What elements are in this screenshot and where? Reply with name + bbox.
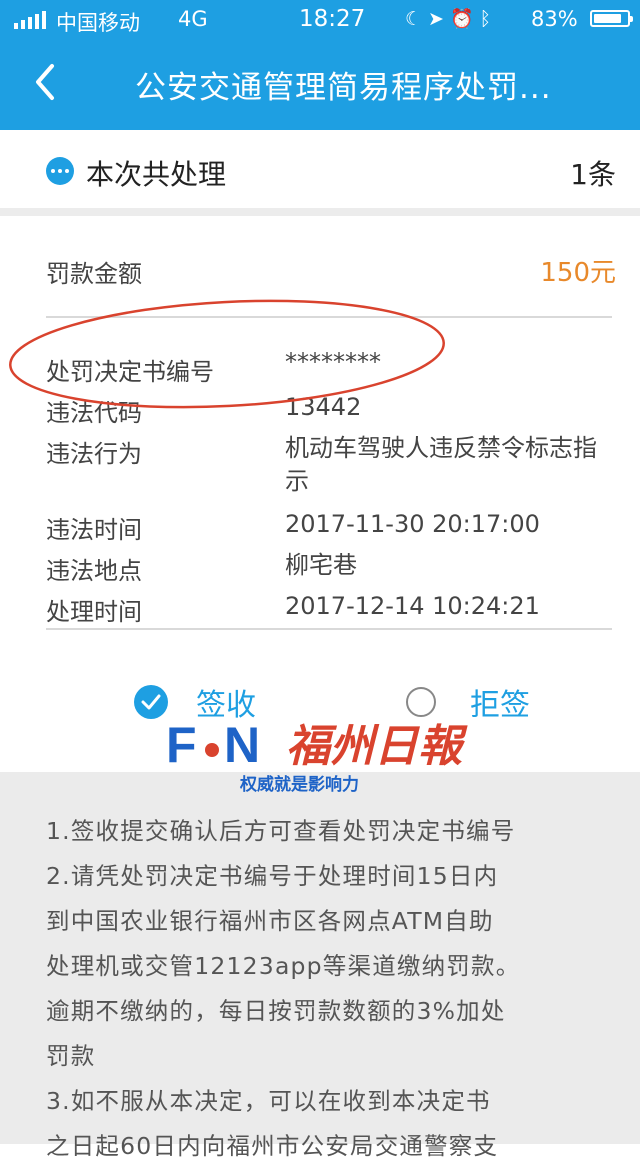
- back-button[interactable]: [30, 62, 62, 102]
- location-arrow-icon: ➤: [428, 8, 450, 30]
- violation-time-value: 2017-11-30 20:17:00: [285, 510, 540, 538]
- battery-icon: [590, 10, 633, 27]
- svg-text:N: N: [224, 717, 260, 772]
- violation-time-label: 违法时间: [46, 516, 142, 544]
- bluetooth-icon: ᛒ: [479, 8, 498, 30]
- alarm-icon: ⏰: [449, 8, 480, 30]
- violation-behavior-label: 违法行为: [46, 440, 142, 468]
- notice-line: 之日起60日内向福州市公安局交通警察支: [46, 1132, 499, 1160]
- summary-count: 1条: [570, 158, 616, 191]
- annotation-ellipse: [9, 299, 445, 409]
- network-type: 4G: [178, 7, 208, 31]
- page-title: 公安交通管理简易程序处罚...: [135, 70, 552, 106]
- notice-line: 1.签收提交确认后方可查看处罚决定书编号: [46, 817, 516, 845]
- chevron-left-icon: [36, 64, 54, 100]
- divider: [46, 628, 612, 630]
- svg-text:F: F: [166, 717, 197, 772]
- process-time-value: 2017-12-14 10:24:21: [285, 592, 540, 620]
- battery-percent: 83%: [531, 7, 578, 31]
- violation-location-label: 违法地点: [46, 557, 142, 585]
- checkmark-circle-icon: [134, 685, 168, 719]
- signal-icon: [14, 11, 46, 29]
- radio-unchecked-icon: [406, 687, 436, 717]
- slogan: 权威就是影响力: [240, 775, 359, 795]
- status-icons: ☾➤⏰ᛒ: [405, 7, 497, 30]
- notice-line: 2.请凭处罚决定书编号于处理时间15日内: [46, 862, 499, 890]
- process-time-label: 处理时间: [46, 598, 142, 626]
- app-header: 中国移动 4G 18:27 ☾➤⏰ᛒ 83% 公安交通管理简易程序处罚...: [0, 0, 640, 130]
- section-divider: [0, 208, 640, 216]
- status-bar: 中国移动 4G 18:27 ☾➤⏰ᛒ 83%: [0, 0, 640, 40]
- reject-label: 拒签: [470, 688, 530, 723]
- notice-line: 逾期不缴纳的，每日按罚款数额的3%加处: [46, 997, 506, 1025]
- summary-label: 本次共处理: [86, 158, 227, 191]
- fuzhou-daily-logo: F N 福州日報: [166, 717, 468, 772]
- battery-fill: [594, 14, 621, 23]
- clock: 18:27: [299, 6, 366, 32]
- fine-amount-label: 罚款金额: [46, 260, 142, 288]
- fine-amount-value: 150元: [540, 258, 616, 288]
- notice-line: 罚款: [46, 1042, 96, 1070]
- violation-behavior-value: 机动车驾驶人违反禁令标志指示: [285, 434, 597, 495]
- carrier-name: 中国移动: [56, 11, 140, 35]
- moon-icon: ☾: [405, 8, 429, 30]
- notice-line: 3.如不服从本决定，可以在收到本决定书: [46, 1087, 491, 1115]
- svg-text:福州日報: 福州日報: [286, 721, 468, 772]
- notice-line: 处理机或交管12123app等渠道缴纳罚款。: [46, 952, 521, 980]
- violation-location-value: 柳宅巷: [285, 551, 357, 579]
- more-dots-icon: [46, 157, 74, 185]
- notice-line: 到中国农业银行福州市区各网点ATM自助: [46, 907, 494, 935]
